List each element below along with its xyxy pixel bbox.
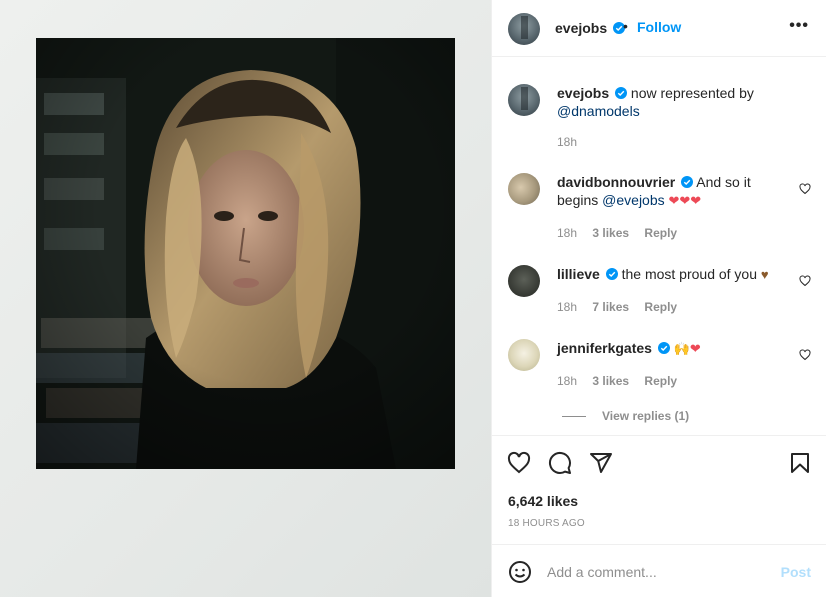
follow-button[interactable]: Follow (637, 19, 681, 35)
verified-badge-icon (605, 268, 618, 280)
caption-body: evejobs now represented by @dnamodels (557, 84, 787, 120)
like-comment-heart-icon[interactable] (799, 275, 811, 287)
comment-body: davidbonnouvrier And so it begins @evejo… (557, 173, 787, 210)
comment-mention[interactable]: @evejobs (602, 192, 664, 208)
caption-username[interactable]: evejobs (557, 85, 609, 101)
emoji-icon[interactable] (508, 560, 532, 584)
commenter-avatar[interactable] (508, 265, 540, 297)
post-photo (36, 38, 455, 469)
comment-username[interactable]: davidbonnouvrier (557, 174, 675, 190)
comment-body: jenniferkgates 🙌❤ (557, 339, 787, 358)
post-timestamp[interactable]: 18 HOURS AGO (508, 518, 585, 529)
caption-time[interactable]: 18h (557, 135, 577, 149)
author-avatar[interactable] (508, 13, 540, 45)
caption-avatar[interactable] (508, 84, 540, 116)
view-replies-button[interactable]: View replies (1) (562, 409, 689, 423)
verified-badge-icon (681, 176, 694, 188)
post-actions: 6,642 likes 18 HOURS AGO (492, 437, 826, 545)
comment-time[interactable]: 18h (557, 226, 577, 240)
post-media[interactable] (0, 0, 491, 597)
comment-likes[interactable]: 3 likes (592, 226, 629, 240)
portrait-illustration (36, 38, 455, 469)
comment-username[interactable]: jenniferkgates (557, 340, 652, 356)
post-sidebar: evejobs • Follow ••• evejobs now represe… (491, 0, 826, 597)
polaroid-frame (0, 0, 491, 597)
caption-text: now represented by (630, 85, 754, 101)
bookmark-icon[interactable] (788, 451, 812, 475)
commenter-avatar[interactable] (508, 339, 540, 371)
author-name-wrap: evejobs (555, 20, 626, 36)
comment-body: lillieve the most proud of you ♥ (557, 265, 787, 284)
reply-button[interactable]: Reply (644, 300, 677, 314)
brown-heart-emoji: ♥ (760, 267, 769, 282)
comments-section[interactable]: evejobs now represented by @dnamodels 18… (492, 57, 826, 436)
like-comment-heart-icon[interactable] (799, 183, 811, 195)
comment-meta: 18h 7 likes Reply (557, 300, 689, 314)
heart-icon[interactable] (507, 451, 531, 475)
comment-composer: Post (492, 546, 826, 597)
comment-meta: 18h 3 likes Reply (557, 374, 689, 388)
like-comment-heart-icon[interactable] (799, 349, 811, 361)
commenter-avatar[interactable] (508, 173, 540, 205)
raised-hands-emoji: 🙌 (673, 341, 690, 356)
comment-input[interactable] (547, 562, 767, 582)
more-options-icon[interactable]: ••• (789, 17, 809, 35)
share-icon[interactable] (589, 451, 613, 475)
comment-time[interactable]: 18h (557, 300, 577, 314)
verified-badge-icon (615, 87, 628, 99)
comment-time[interactable]: 18h (557, 374, 577, 388)
red-heart-emoji: ❤❤❤ (668, 193, 702, 208)
post-header: evejobs • Follow ••• (492, 0, 826, 57)
comment-icon[interactable] (548, 451, 572, 475)
reply-button[interactable]: Reply (644, 226, 677, 240)
post-button[interactable]: Post (781, 564, 811, 580)
reply-button[interactable]: Reply (644, 374, 677, 388)
comment-username[interactable]: lillieve (557, 266, 600, 282)
author-username[interactable]: evejobs (555, 20, 607, 36)
caption-mention[interactable]: @dnamodels (557, 103, 640, 119)
caption-meta: 18h (557, 135, 589, 149)
verified-badge-icon (657, 342, 670, 354)
likes-count[interactable]: 6,642 likes (508, 493, 578, 509)
comment-meta: 18h 3 likes Reply (557, 226, 689, 240)
separator-dot: • (623, 18, 628, 34)
comment-likes[interactable]: 3 likes (592, 374, 629, 388)
comment-likes[interactable]: 7 likes (592, 300, 629, 314)
comment-text: the most proud of you (621, 266, 758, 282)
red-heart-emoji: ❤ (689, 341, 701, 356)
